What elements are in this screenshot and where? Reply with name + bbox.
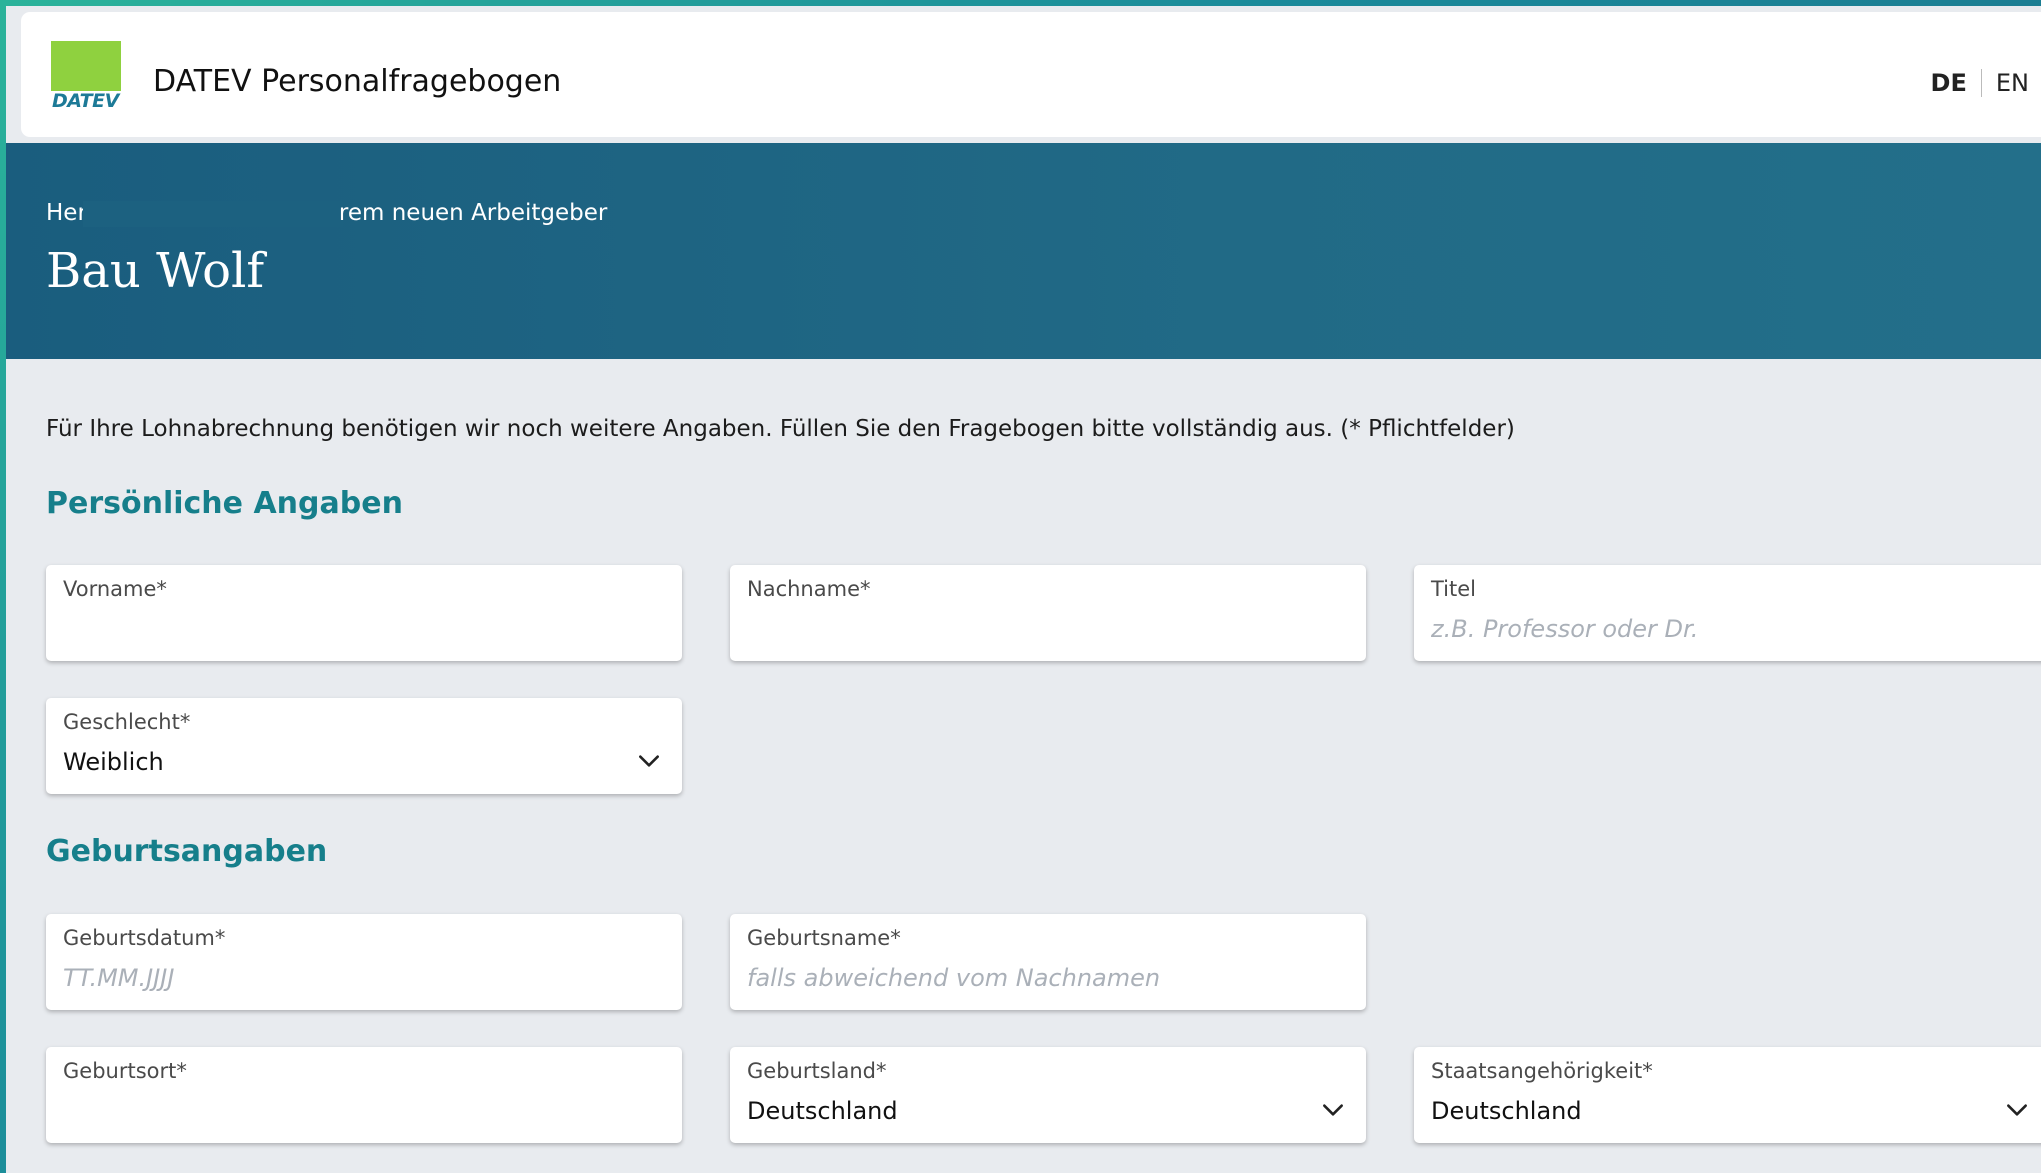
geburtsort-label: Geburtsort*	[63, 1059, 187, 1083]
geburtsort-input[interactable]	[63, 1095, 623, 1127]
hero-banner: Her rem neuen Arbeitgeber Bau Wolf	[6, 143, 2041, 359]
section-title-personal: Persönliche Angaben	[46, 486, 403, 521]
nachname-label: Nachname*	[747, 577, 871, 601]
staatsangehoerigkeit-select[interactable]: Staatsangehörigkeit* Deutschland	[1414, 1047, 2041, 1143]
vorname-input[interactable]	[63, 613, 623, 645]
logo-square	[51, 41, 121, 91]
language-switcher: DE EN	[1931, 69, 2041, 97]
geschlecht-select[interactable]: Geschlecht* Weiblich	[46, 698, 682, 794]
hero-subtitle-end: rem neuen Arbeitgeber	[338, 200, 608, 226]
geburtsdatum-field[interactable]: Geburtsdatum*	[46, 914, 682, 1010]
intro-text: Für Ihre Lohnabrechnung benötigen wir no…	[46, 416, 1515, 442]
app-frame: DATEV DATEV Personalfragebogen DE EN Her…	[6, 6, 2041, 1173]
logo-text: DATEV	[52, 90, 119, 112]
geburtsort-field[interactable]: Geburtsort*	[46, 1047, 682, 1143]
section-title-birth: Geburtsangaben	[46, 834, 328, 869]
geburtsname-field[interactable]: Geburtsname*	[730, 914, 1366, 1010]
datev-logo[interactable]: DATEV	[51, 41, 121, 111]
titel-label: Titel	[1431, 577, 1477, 601]
geburtsland-label: Geburtsland*	[747, 1059, 887, 1083]
geschlecht-value: Weiblich	[63, 748, 164, 776]
vorname-label: Vorname*	[63, 577, 167, 601]
top-bar: DATEV DATEV Personalfragebogen DE EN	[21, 12, 2041, 137]
chevron-down-icon[interactable]	[636, 748, 662, 774]
staatsangehoerigkeit-label: Staatsangehörigkeit*	[1431, 1059, 1653, 1083]
employer-name: Bau Wolf	[46, 243, 265, 299]
app-title: DATEV Personalfragebogen	[153, 64, 562, 99]
titel-field[interactable]: Titel	[1414, 565, 2041, 661]
geschlecht-label: Geschlecht*	[63, 710, 191, 734]
lang-en-link[interactable]: EN	[1982, 69, 2041, 97]
geburtsland-value: Deutschland	[747, 1097, 898, 1125]
chevron-down-icon[interactable]	[1320, 1097, 1346, 1123]
lang-de-link[interactable]: DE	[1931, 69, 1982, 97]
geburtsname-input[interactable]	[747, 962, 1307, 994]
hero-subtitle: Her rem neuen Arbeitgeber	[46, 200, 607, 227]
geburtsdatum-input[interactable]	[63, 962, 623, 994]
staatsangehoerigkeit-value: Deutschland	[1431, 1097, 1582, 1125]
vorname-field[interactable]: Vorname*	[46, 565, 682, 661]
geburtsdatum-label: Geburtsdatum*	[63, 926, 226, 950]
geburtsname-label: Geburtsname*	[747, 926, 901, 950]
nachname-field[interactable]: Nachname*	[730, 565, 1366, 661]
geburtsland-select[interactable]: Geburtsland* Deutschland	[730, 1047, 1366, 1143]
redaction-mask	[82, 200, 343, 227]
nachname-input[interactable]	[747, 613, 1307, 645]
titel-input[interactable]	[1431, 613, 1991, 645]
chevron-down-icon[interactable]	[2004, 1097, 2030, 1123]
hero-subtitle-start: Her	[46, 200, 87, 226]
